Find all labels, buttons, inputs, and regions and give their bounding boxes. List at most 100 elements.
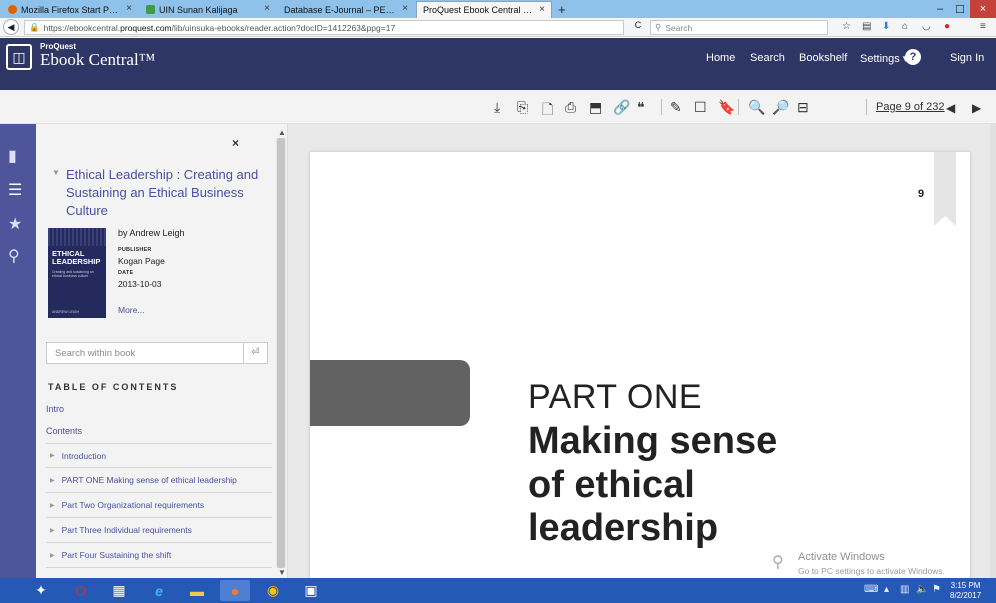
menu-icon[interactable]: ≡ [980,21,986,32]
collapse-triangle-icon[interactable]: ▼ [52,168,60,177]
url-bar[interactable]: 🔒 https://ebookcentral. proquest.com/lib/… [24,20,624,35]
download-book-icon[interactable]: ⤓ [494,99,500,116]
minimize-button[interactable]: – [930,0,950,18]
calendar-app-icon[interactable]: ▦ [104,580,134,601]
nav-search-link[interactable]: Search [750,52,785,64]
nav-bookshelf-link[interactable]: Bookshelf [799,52,847,64]
part-title: Making sense of ethical leadership [528,420,778,550]
toc-link-contents[interactable]: Contents [46,426,82,436]
chrome-icon[interactable]: ◉ [258,580,288,601]
tab-close-icon[interactable]: × [264,3,270,14]
start-button-icon[interactable]: ✦ [26,580,56,601]
tab-title: Database E-Journal – PERPUSTAK [284,4,396,15]
firefox-taskbar-icon[interactable]: ● [220,580,250,601]
page-indicator[interactable]: Page 9 of 232 [876,101,945,113]
zoom-out-icon[interactable]: 🔍 [748,99,765,116]
url-domain: proquest.com [120,22,172,33]
close-window-button[interactable]: × [970,0,996,18]
bookmark-icon[interactable]: 🔖 [718,99,735,116]
book-logo-icon[interactable]: ◫ [6,44,32,70]
link-icon[interactable]: 🔗 [613,99,630,116]
activate-windows-title: Activate Windows [798,551,885,563]
copy-icon[interactable]: ⎘ [517,99,528,116]
uin-favicon-icon [146,5,155,14]
table-of-contents-icon[interactable]: ☰ [8,180,22,200]
book-cover[interactable]: ETHICAL LEADERSHIP Creating and sustaini… [48,228,106,318]
more-details-link[interactable]: More... [118,305,144,315]
next-page-button[interactable]: ▶ [972,101,981,115]
expand-triangle-icon[interactable]: ▶ [50,452,55,459]
expand-triangle-icon[interactable]: ▶ [50,552,55,559]
firefox-favicon-icon [8,5,17,14]
network-icon[interactable]: ▥ [900,584,909,595]
note-icon[interactable]: ☐ [694,99,707,116]
system-clock[interactable]: 3:15 PM 8/2/2017 [950,581,981,600]
cite-icon[interactable]: ❝ [637,99,645,116]
expand-triangle-icon[interactable]: ▶ [50,527,55,534]
tab-proquest-reader[interactable]: ProQuest Ebook Central Reader × [416,1,552,18]
adblock-icon[interactable]: ● [944,21,950,32]
keyboard-icon[interactable]: ⌨ [864,584,878,595]
url-suffix: /lib/uinsuka-ebooks/reader.action?docID=… [171,22,396,33]
back-button[interactable]: ◀ [3,19,19,35]
tab-close-icon[interactable]: × [539,4,545,15]
tab-uin-sunan-kalijaga[interactable]: UIN Sunan Kalijaga × [140,1,276,18]
nav-settings-dropdown[interactable]: Settings ▾ [860,52,908,65]
reload-button[interactable]: C [630,20,646,35]
opera-icon[interactable]: O [66,580,96,601]
expand-triangle-icon[interactable]: ▶ [50,477,55,484]
scroll-up-icon[interactable]: ▲ [278,128,286,137]
toc-item-part-two[interactable]: ▶ Part Two Organizational requirements [46,493,272,518]
action-center-flag-icon[interactable]: ⚑ [932,584,941,595]
page-bookmark-ribbon-icon[interactable] [934,152,956,226]
file-explorer-icon[interactable]: ▬ [182,580,212,601]
panel-scrollbar-thumb[interactable] [277,138,285,568]
brand-ebook-central[interactable]: Ebook Central™ [40,50,155,70]
annotations-star-icon[interactable]: ★ [8,214,22,234]
toc-item-part-four[interactable]: ▶ Part Four Sustaining the shift [46,543,272,568]
help-icon[interactable]: ? [905,49,921,65]
show-hidden-icons-icon[interactable]: ▴ [884,584,889,595]
book-title[interactable]: Ethical Leadership : Creating and Sustai… [66,166,266,221]
previous-page-button[interactable]: ◀ [946,101,955,115]
add-to-bookshelf-icon[interactable]: ⬒ [589,99,602,116]
scroll-down-icon[interactable]: ▼ [278,568,286,577]
close-panel-icon[interactable]: × [232,136,239,150]
toolbar-divider [738,99,739,115]
volume-icon[interactable]: 🔈 [916,584,928,595]
tab-database-ejournal[interactable]: Database E-Journal – PERPUSTAK × [278,1,414,18]
toc-item-part-three[interactable]: ▶ Part Three Individual requirements [46,518,272,543]
book-page[interactable]: 9 PART ONE Making sense of ethical leade… [310,152,970,578]
word-app-icon[interactable]: ▣ [296,580,326,601]
book-info-icon[interactable]: ▮ [8,146,17,166]
download-icon[interactable]: ⬇ [882,21,890,32]
zoom-in-icon[interactable]: 🔎 [772,99,789,116]
nav-home-link[interactable]: Home [706,52,735,64]
tab-close-icon[interactable]: × [402,3,408,14]
browser-search-input[interactable]: ⚲ Search [650,20,828,35]
search-book-icon[interactable]: ⚲ [8,246,20,266]
maximize-button[interactable]: ☐ [950,0,970,18]
expand-triangle-icon[interactable]: ▶ [50,502,55,509]
reader-scrollbar[interactable] [990,124,996,578]
fit-page-icon[interactable]: ⊟ [797,99,809,116]
book-details-panel: × ▲ ▼ ▼ Ethical Leadership : Creating an… [36,124,288,578]
pdf-icon[interactable]: 🗋 [542,99,553,123]
toc-item-introduction[interactable]: ▶ Introduction [46,443,272,468]
library-icon[interactable]: ▤ [862,21,871,32]
toc-link-intro[interactable]: Intro [46,404,64,414]
highlight-icon[interactable]: ✎ [670,99,682,116]
decorative-bar [310,360,470,426]
sign-in-link[interactable]: Sign In [950,52,984,64]
pocket-icon[interactable]: ◡ [922,21,931,32]
search-submit-button[interactable]: ⏎ [243,343,267,363]
internet-explorer-icon[interactable]: e [144,580,174,601]
tab-firefox-start[interactable]: Mozilla Firefox Start Page × [2,1,138,18]
search-within-book-input[interactable]: Search within book ⏎ [46,342,268,364]
print-icon[interactable]: ⎙ [565,99,576,116]
tab-close-icon[interactable]: × [126,3,132,14]
bookmark-star-icon[interactable]: ☆ [842,21,851,32]
toc-item-part-one[interactable]: ▶ PART ONE Making sense of ethical leade… [46,468,272,493]
home-icon[interactable]: ⌂ [902,21,908,32]
new-tab-button[interactable]: + [552,1,572,18]
